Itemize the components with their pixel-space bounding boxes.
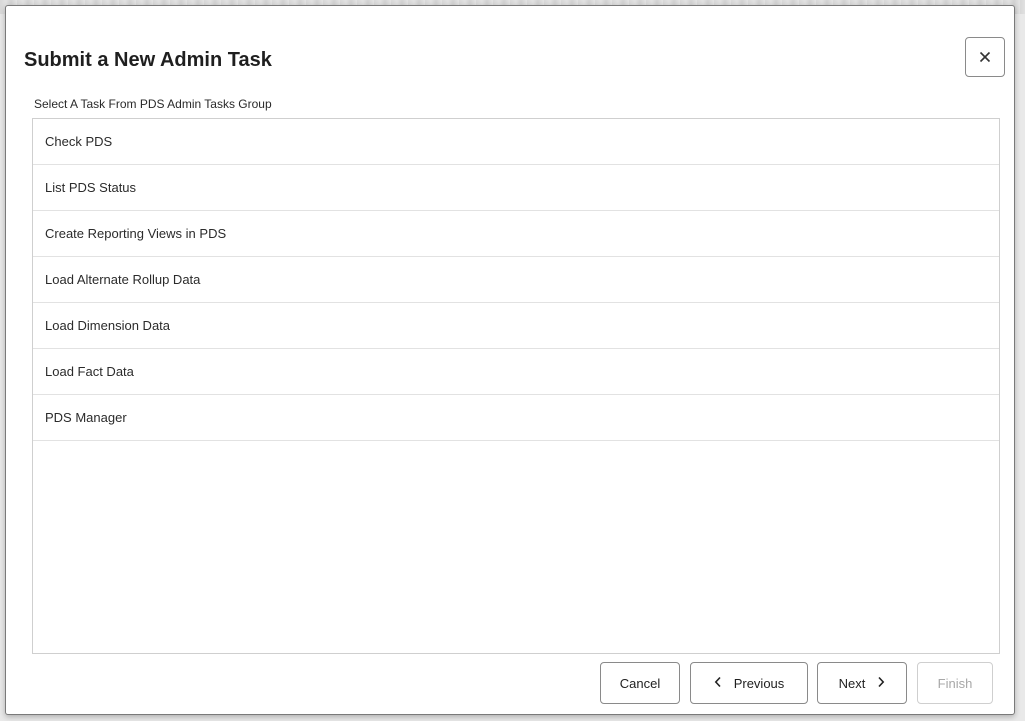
- dialog-title: Submit a New Admin Task: [24, 49, 272, 71]
- task-item-pds-manager[interactable]: PDS Manager: [33, 395, 999, 441]
- dialog-footer: Cancel Previous Next Finish: [6, 638, 1014, 714]
- task-item-create-reporting-views[interactable]: Create Reporting Views in PDS: [33, 211, 999, 257]
- previous-button-label: Previous: [733, 675, 785, 691]
- task-item-check-pds[interactable]: Check PDS: [33, 119, 999, 165]
- next-button[interactable]: Next: [817, 662, 907, 704]
- close-button[interactable]: [965, 37, 1005, 77]
- task-item-load-dimension-data[interactable]: Load Dimension Data: [33, 303, 999, 349]
- task-item-label: Load Alternate Rollup Data: [45, 272, 201, 287]
- chevron-right-icon: [877, 676, 885, 690]
- chevron-left-icon: [714, 676, 722, 690]
- task-item-label: Check PDS: [45, 134, 113, 149]
- next-button-label: Next: [838, 675, 866, 691]
- task-item-label: List PDS Status: [45, 180, 137, 195]
- close-icon: [979, 51, 991, 63]
- task-item-list-pds-status[interactable]: List PDS Status: [33, 165, 999, 211]
- cancel-button[interactable]: Cancel: [600, 662, 680, 704]
- previous-button[interactable]: Previous: [690, 662, 808, 704]
- task-item-label: Load Dimension Data: [45, 318, 171, 333]
- task-item-label: PDS Manager: [45, 410, 127, 425]
- admin-task-dialog: Submit a New Admin Task Select A Task Fr…: [5, 5, 1015, 715]
- finish-button-label: Finish: [937, 675, 973, 691]
- task-list: Check PDS List PDS Status Create Reporti…: [32, 118, 1000, 654]
- task-item-label: Load Fact Data: [45, 364, 134, 379]
- finish-button[interactable]: Finish: [917, 662, 993, 704]
- task-item-load-alternate-rollup-data[interactable]: Load Alternate Rollup Data: [33, 257, 999, 303]
- cancel-button-label: Cancel: [619, 675, 661, 691]
- task-item-load-fact-data[interactable]: Load Fact Data: [33, 349, 999, 395]
- task-item-label: Create Reporting Views in PDS: [45, 226, 227, 241]
- dialog-subtitle: Select A Task From PDS Admin Tasks Group: [34, 97, 272, 111]
